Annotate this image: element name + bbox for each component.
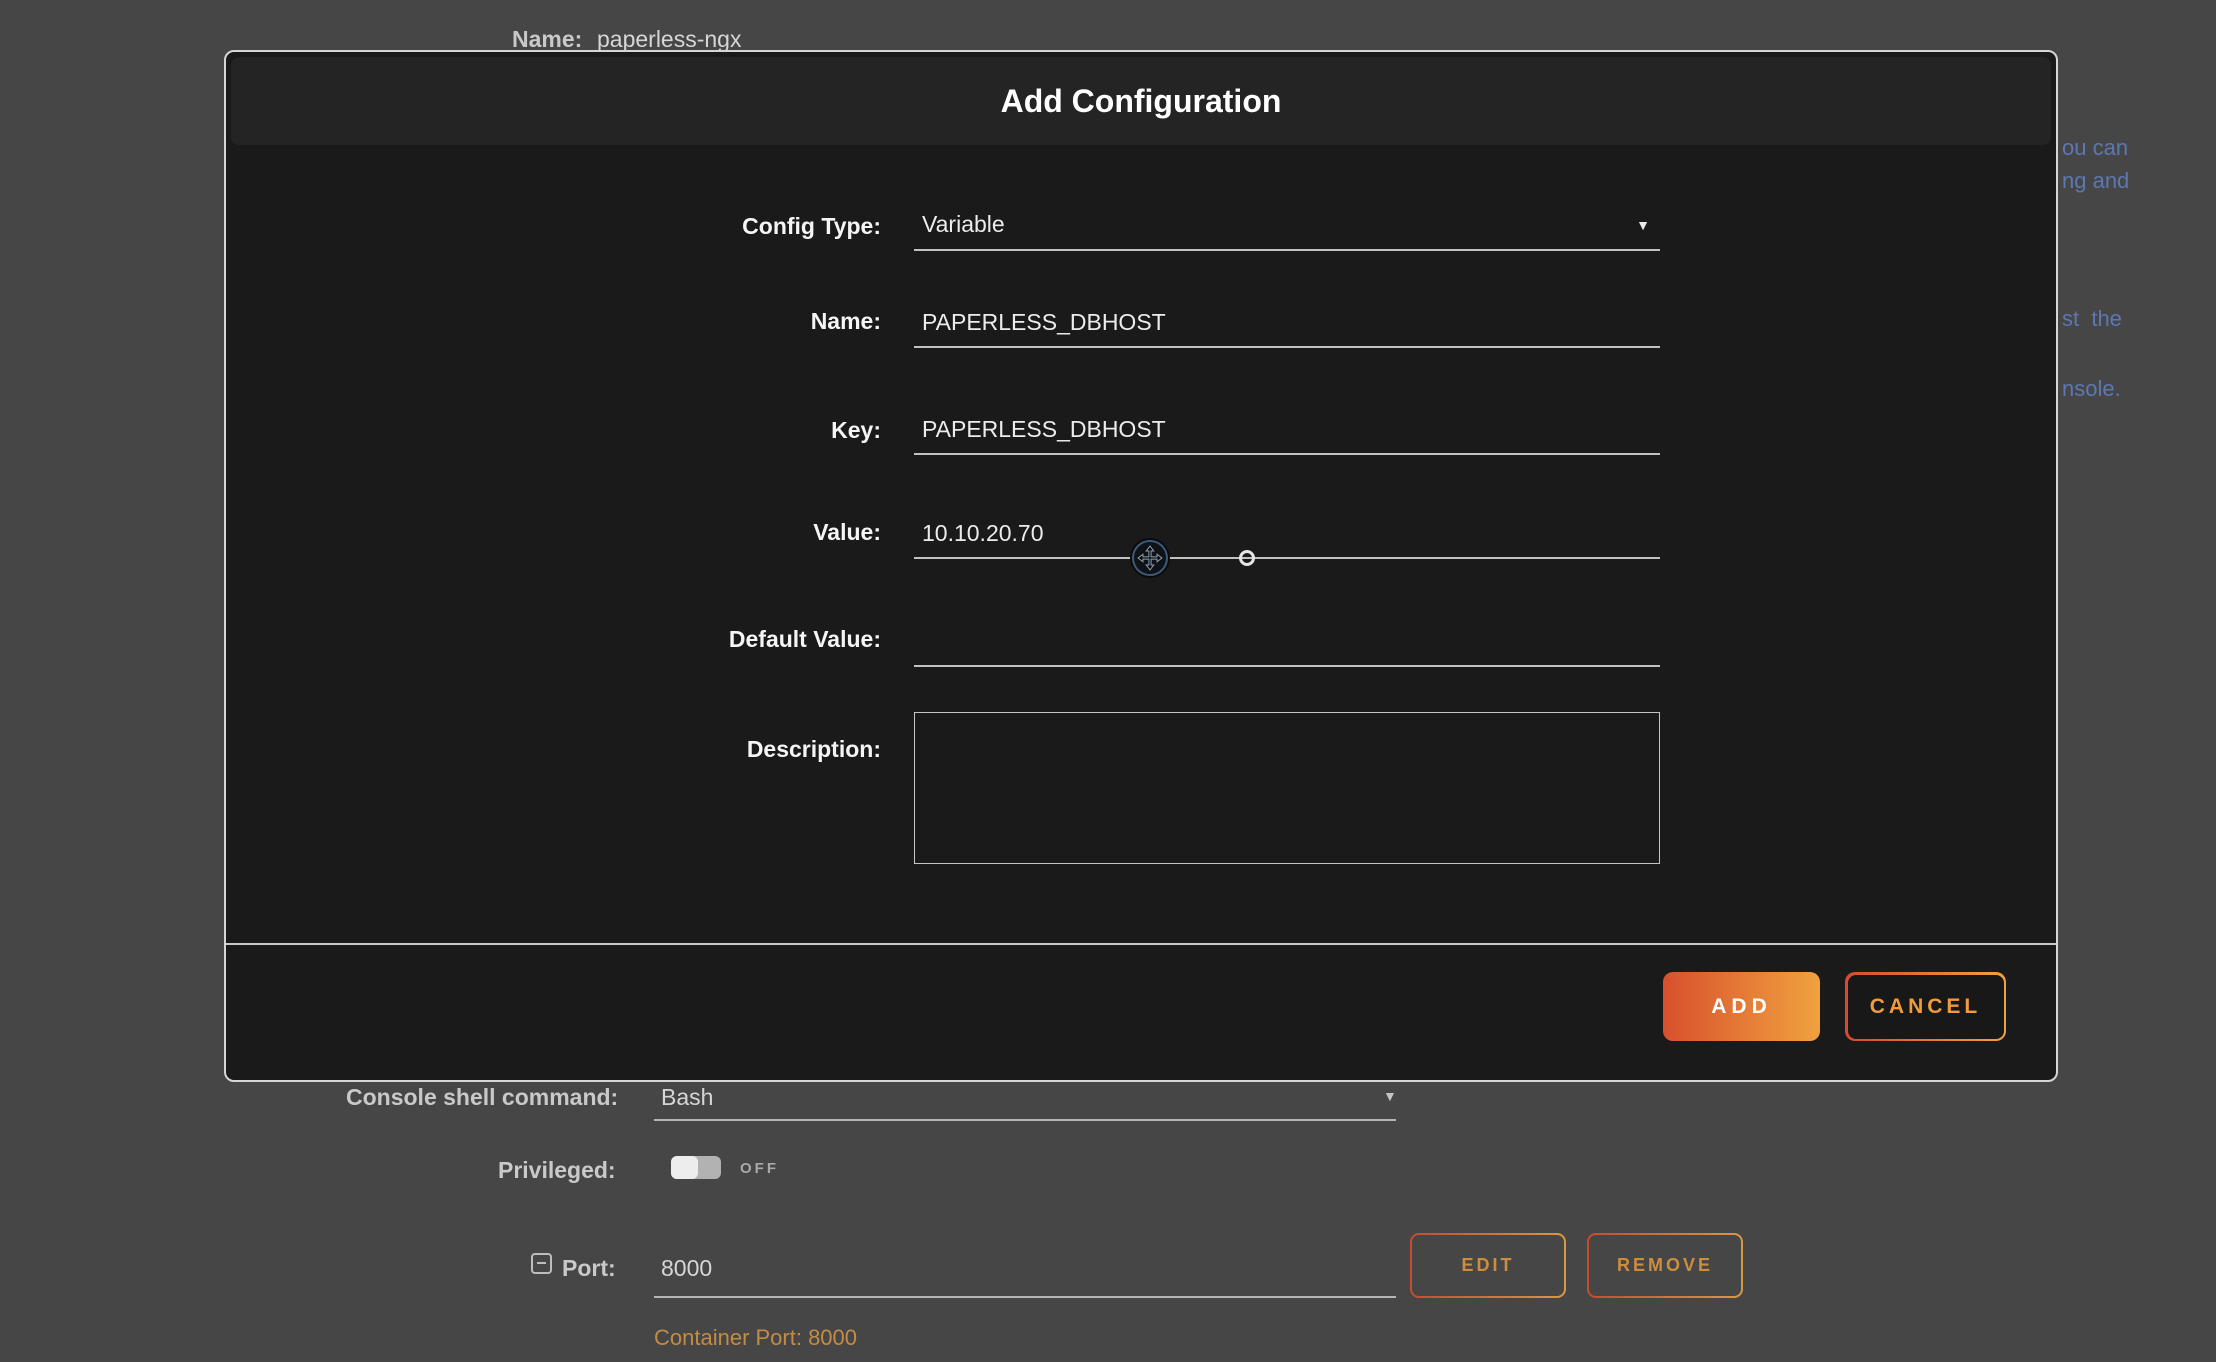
bg-console-value[interactable]: Bash <box>661 1084 713 1111</box>
remove-button-label: REMOVE <box>1589 1235 1741 1296</box>
input-underline <box>654 1296 1396 1298</box>
name-label: Name: <box>226 308 881 335</box>
collapse-minus-icon[interactable] <box>531 1253 552 1274</box>
privileged-toggle[interactable] <box>671 1156 721 1179</box>
dialog-header: Add Configuration <box>231 57 2051 145</box>
config-type-label: Config Type: <box>226 213 881 240</box>
bg-name-label: Name: <box>512 26 582 53</box>
bg-console-label: Console shell command: <box>346 1084 618 1111</box>
move-cursor-icon <box>1132 540 1168 576</box>
edit-button[interactable]: EDIT <box>1410 1233 1566 1298</box>
cancel-button[interactable]: CANCEL <box>1845 972 2006 1041</box>
key-label: Key: <box>226 417 881 444</box>
edit-button-label: EDIT <box>1412 1235 1564 1296</box>
bg-privileged-label: Privileged: <box>498 1157 616 1184</box>
bg-help-text-fragment: ng and <box>2062 168 2129 194</box>
circle-cursor-marker <box>1239 550 1255 566</box>
description-label: Description: <box>226 736 881 763</box>
page: Name: paperless-ngx Console shell comman… <box>0 0 2216 1362</box>
bg-help-text-fragment: nsole. <box>2062 376 2121 402</box>
input-underline <box>654 1119 1396 1121</box>
key-input[interactable] <box>914 413 1660 455</box>
default-value-input[interactable] <box>914 625 1660 667</box>
bg-help-text-fragment: ou can <box>2062 135 2128 161</box>
footer-divider <box>226 943 2056 945</box>
bg-port-value[interactable]: 8000 <box>661 1255 712 1282</box>
config-type-value: Variable <box>922 211 1005 238</box>
name-input[interactable] <box>914 306 1660 348</box>
toggle-knob <box>671 1156 698 1179</box>
bg-name-value: paperless-ngx <box>597 26 741 53</box>
add-button-label: ADD <box>1711 995 1772 1019</box>
description-textarea[interactable] <box>914 712 1660 864</box>
chevron-down-icon: ▼ <box>1383 1088 1397 1104</box>
chevron-down-icon: ▼ <box>1636 217 1650 233</box>
container-port-hint: Container Port: 8000 <box>654 1325 857 1351</box>
bg-help-text-fragment: st the <box>2062 306 2122 332</box>
add-button[interactable]: ADD <box>1663 972 1820 1041</box>
dialog-title: Add Configuration <box>1001 83 1282 120</box>
bg-port-label: Port: <box>562 1255 616 1282</box>
value-input[interactable] <box>914 517 1660 559</box>
cancel-button-label: CANCEL <box>1848 975 2004 1039</box>
value-label: Value: <box>226 519 881 546</box>
default-value-label: Default Value: <box>226 626 881 653</box>
config-type-select[interactable]: Variable ▼ <box>914 209 1660 251</box>
toggle-state-label: OFF <box>740 1160 779 1177</box>
remove-button[interactable]: REMOVE <box>1587 1233 1743 1298</box>
